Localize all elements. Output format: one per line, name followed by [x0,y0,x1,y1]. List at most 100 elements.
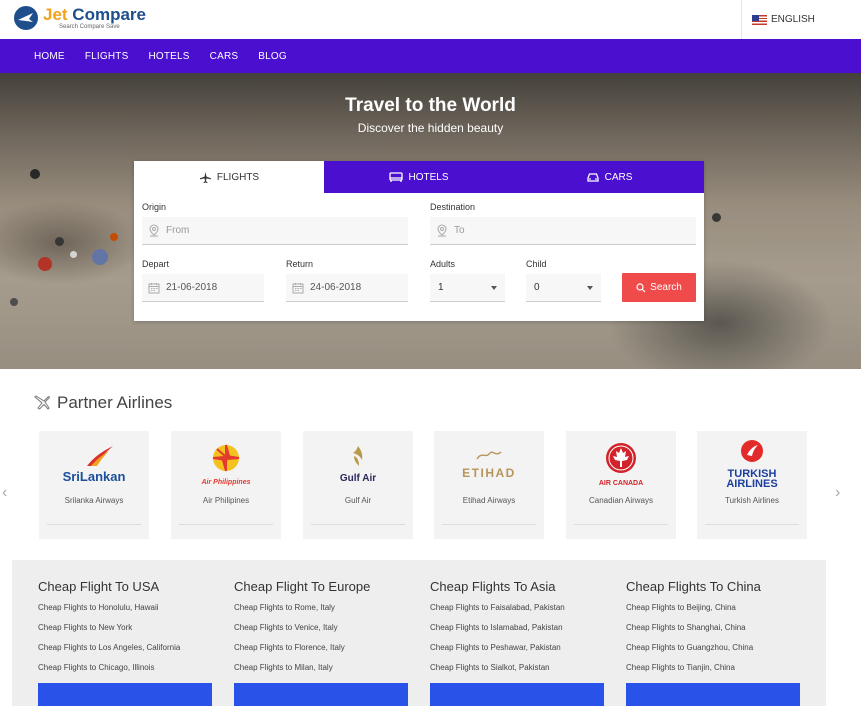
airline-name: Turkish Airlines [725,496,779,505]
search-tabs: FLIGHTS HOTELS CARS [134,161,704,193]
airline-card-air-canada[interactable]: AIR CANADA Canadian Airways [566,431,676,539]
logo-compare-text: Compare [67,5,146,24]
nav-hotels[interactable]: HOTELS [148,51,189,62]
airline-card-srilankan[interactable]: SriLankan Srilanka Airways [39,431,149,539]
flight-link[interactable]: Cheap Flights to Sialkot, Pakistan [430,663,610,683]
search-icon [636,282,646,292]
flight-link[interactable]: Cheap Flights to Faisalabad, Pakistan [430,603,610,623]
airline-card-gulf-air[interactable]: Gulf Air Gulf Air [303,431,413,539]
column-title: Cheap Flight To USA [38,579,160,594]
flight-link[interactable]: Cheap Flights to Tianjin, China [626,663,806,683]
nav-blog[interactable]: BLOG [258,51,287,62]
carousel-next-arrow-icon[interactable]: › [835,484,840,502]
partner-airlines-heading: Partner Airlines [33,393,172,413]
column-title: Cheap Flight To Europe [234,579,371,594]
flight-link[interactable]: Cheap Flights to Honolulu, Hawaii [38,603,218,623]
flight-link[interactable]: Cheap Flights to Shanghai, China [626,623,806,643]
turkish-airlines-logo: TURKISH AIRLINES [697,431,807,496]
adults-label: Adults [430,259,456,269]
flight-link[interactable]: Cheap Flights to New York [38,623,218,643]
carousel-prev-arrow-icon[interactable]: ‹ [2,484,7,502]
air-philippines-logo: Air Philippines [171,431,281,496]
airline-card-turkish[interactable]: TURKISH AIRLINES Turkish Airlines [697,431,807,539]
flight-link[interactable]: Cheap Flights to Peshawar, Pakistan [430,643,610,663]
bed-icon [389,171,404,182]
flight-link[interactable]: Cheap Flights to Chicago, Illinois [38,663,218,683]
depart-date-field[interactable]: 21-06-2018 [142,274,264,302]
flight-link[interactable]: Cheap Flights to Beijing, China [626,603,806,623]
srilankan-logo: SriLankan [39,431,149,496]
dropdown-caret-icon [491,285,497,290]
air-philippines-logo-text: Air Philippines [201,478,251,486]
logo-tagline: Search Compare Save [59,24,120,30]
child-select[interactable]: 0 [526,274,601,302]
airline-card-air-philippines[interactable]: Air Philippines Air Philipines [171,431,281,539]
return-label: Return [286,259,314,269]
adults-value: 1 [438,282,444,293]
tab-flights-label: FLIGHTS [216,171,260,183]
cheap-flights-usa: Cheap Flight To USA Cheap Flights to Hon… [38,579,218,683]
airline-name: Canadian Airways [588,496,654,505]
child-value: 0 [534,282,540,293]
view-more-button[interactable] [626,683,800,706]
site-logo[interactable]: Jet Compare Search Compare Save [14,6,146,30]
plane-icon [199,171,211,183]
flight-link[interactable]: Cheap Flights to Venice, Italy [234,623,414,643]
origin-field[interactable]: From [142,217,408,245]
view-more-button[interactable] [234,683,408,706]
tab-hotels-label: HOTELS [408,171,449,183]
search-button[interactable]: Search [622,273,696,302]
return-date-value: 24-06-2018 [310,282,362,293]
search-panel: FLIGHTS HOTELS CARS Origin From Destinat… [134,161,704,321]
location-pin-icon [149,224,159,237]
origin-placeholder: From [166,225,190,236]
airplane-icon [34,395,50,410]
partner-airlines-title: Partner Airlines [57,393,173,412]
etihad-logo-text: ETIHAD [462,465,516,480]
main-nav: HOME FLIGHTS HOTELS CARS BLOG [0,39,861,73]
nav-cars[interactable]: CARS [210,51,239,62]
adults-select[interactable]: 1 [430,274,505,302]
child-label: Child [526,259,547,269]
calendar-icon [292,282,304,293]
nav-home[interactable]: HOME [34,51,65,62]
air-canada-logo: AIR CANADA [566,431,676,496]
hero-title: Travel to the World [345,95,516,116]
calendar-icon [148,282,160,293]
language-selector[interactable]: ENGLISH [741,0,861,39]
cheap-flights-asia: Cheap Flights To Asia Cheap Flights to F… [430,579,610,683]
airline-name: Srilanka Airways [64,496,124,505]
destination-placeholder: To [454,225,465,236]
site-header: Jet Compare Search Compare Save ENGLISH [0,0,861,39]
dropdown-caret-icon [587,285,593,290]
tab-hotels[interactable]: HOTELS [324,161,514,193]
tab-cars-label: CARS [604,171,633,183]
flight-link[interactable]: Cheap Flights to Guangzhou, China [626,643,806,663]
depart-label: Depart [142,259,170,269]
car-icon [586,172,599,182]
column-title: Cheap Flights To China [626,579,761,594]
return-date-field[interactable]: 24-06-2018 [286,274,408,302]
flight-link[interactable]: Cheap Flights to Florence, Italy [234,643,414,663]
us-flag-icon [752,14,767,25]
turkish-logo-text: TURKISH AIRLINES [726,467,778,490]
depart-date-value: 21-06-2018 [166,282,218,293]
flight-link[interactable]: Cheap Flights to Los Angeles, California [38,643,218,663]
flight-link[interactable]: Cheap Flights to Rome, Italy [234,603,414,623]
flight-link[interactable]: Cheap Flights to Islamabad, Pakistan [430,623,610,643]
search-button-label: Search [650,282,682,293]
language-label: ENGLISH [771,14,815,25]
nav-flights[interactable]: FLIGHTS [85,51,129,62]
view-more-button[interactable] [430,683,604,706]
tab-cars[interactable]: CARS [514,161,704,193]
gulf-air-logo-text: Gulf Air [339,472,377,484]
srilankan-logo-text: SriLankan [62,468,126,484]
cheap-flights-section: Cheap Flight To USA Cheap Flights to Hon… [12,560,826,706]
tab-flights[interactable]: FLIGHTS [134,161,324,193]
logo-jet-text: Jet [43,5,68,24]
column-title: Cheap Flights To Asia [430,579,556,594]
view-more-button[interactable] [38,683,212,706]
airline-card-etihad[interactable]: ETIHAD Etihad Airways [434,431,544,539]
flight-link[interactable]: Cheap Flights to Milan, Italy [234,663,414,683]
destination-field[interactable]: To [430,217,696,245]
